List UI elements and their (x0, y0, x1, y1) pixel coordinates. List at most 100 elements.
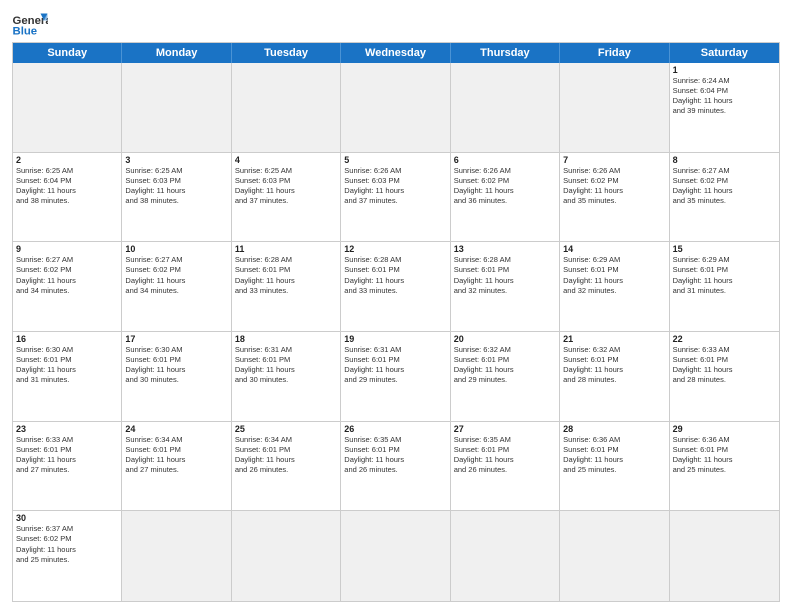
calendar-day-5: 5Sunrise: 6:26 AM Sunset: 6:03 PM Daylig… (341, 153, 450, 242)
calendar-body: 1Sunrise: 6:24 AM Sunset: 6:04 PM Daylig… (13, 63, 779, 601)
day-number: 9 (16, 244, 118, 254)
day-info: Sunrise: 6:28 AM Sunset: 6:01 PM Dayligh… (344, 255, 446, 296)
day-info: Sunrise: 6:35 AM Sunset: 6:01 PM Dayligh… (344, 435, 446, 476)
generalblue-logo-icon: General Blue (12, 10, 48, 38)
day-info: Sunrise: 6:31 AM Sunset: 6:01 PM Dayligh… (344, 345, 446, 386)
day-info: Sunrise: 6:34 AM Sunset: 6:01 PM Dayligh… (235, 435, 337, 476)
day-info: Sunrise: 6:30 AM Sunset: 6:01 PM Dayligh… (125, 345, 227, 386)
calendar-day-empty (232, 63, 341, 152)
calendar-day-16: 16Sunrise: 6:30 AM Sunset: 6:01 PM Dayli… (13, 332, 122, 421)
calendar-day-21: 21Sunrise: 6:32 AM Sunset: 6:01 PM Dayli… (560, 332, 669, 421)
calendar-day-26: 26Sunrise: 6:35 AM Sunset: 6:01 PM Dayli… (341, 422, 450, 511)
header-day-friday: Friday (560, 43, 669, 63)
calendar-day-9: 9Sunrise: 6:27 AM Sunset: 6:02 PM Daylig… (13, 242, 122, 331)
day-number: 2 (16, 155, 118, 165)
day-number: 24 (125, 424, 227, 434)
day-info: Sunrise: 6:27 AM Sunset: 6:02 PM Dayligh… (16, 255, 118, 296)
calendar-day-empty (122, 511, 231, 601)
calendar-day-15: 15Sunrise: 6:29 AM Sunset: 6:01 PM Dayli… (670, 242, 779, 331)
day-info: Sunrise: 6:24 AM Sunset: 6:04 PM Dayligh… (673, 76, 776, 117)
calendar-day-7: 7Sunrise: 6:26 AM Sunset: 6:02 PM Daylig… (560, 153, 669, 242)
day-info: Sunrise: 6:26 AM Sunset: 6:02 PM Dayligh… (563, 166, 665, 207)
calendar-day-1: 1Sunrise: 6:24 AM Sunset: 6:04 PM Daylig… (670, 63, 779, 152)
day-info: Sunrise: 6:28 AM Sunset: 6:01 PM Dayligh… (454, 255, 556, 296)
calendar-day-17: 17Sunrise: 6:30 AM Sunset: 6:01 PM Dayli… (122, 332, 231, 421)
header-day-wednesday: Wednesday (341, 43, 450, 63)
day-number: 4 (235, 155, 337, 165)
day-info: Sunrise: 6:36 AM Sunset: 6:01 PM Dayligh… (563, 435, 665, 476)
day-info: Sunrise: 6:29 AM Sunset: 6:01 PM Dayligh… (563, 255, 665, 296)
calendar-day-12: 12Sunrise: 6:28 AM Sunset: 6:01 PM Dayli… (341, 242, 450, 331)
calendar-week-5: 23Sunrise: 6:33 AM Sunset: 6:01 PM Dayli… (13, 422, 779, 512)
header-day-saturday: Saturday (670, 43, 779, 63)
day-info: Sunrise: 6:25 AM Sunset: 6:04 PM Dayligh… (16, 166, 118, 207)
calendar-day-empty (560, 511, 669, 601)
day-info: Sunrise: 6:29 AM Sunset: 6:01 PM Dayligh… (673, 255, 776, 296)
day-number: 3 (125, 155, 227, 165)
day-info: Sunrise: 6:25 AM Sunset: 6:03 PM Dayligh… (235, 166, 337, 207)
calendar-day-empty (122, 63, 231, 152)
calendar-week-2: 2Sunrise: 6:25 AM Sunset: 6:04 PM Daylig… (13, 153, 779, 243)
calendar-day-empty (451, 63, 560, 152)
day-number: 29 (673, 424, 776, 434)
day-number: 10 (125, 244, 227, 254)
logo: General Blue (12, 10, 48, 38)
calendar-day-10: 10Sunrise: 6:27 AM Sunset: 6:02 PM Dayli… (122, 242, 231, 331)
svg-text:Blue: Blue (13, 26, 38, 38)
calendar-day-22: 22Sunrise: 6:33 AM Sunset: 6:01 PM Dayli… (670, 332, 779, 421)
day-number: 30 (16, 513, 118, 523)
day-info: Sunrise: 6:31 AM Sunset: 6:01 PM Dayligh… (235, 345, 337, 386)
calendar-day-6: 6Sunrise: 6:26 AM Sunset: 6:02 PM Daylig… (451, 153, 560, 242)
calendar-day-4: 4Sunrise: 6:25 AM Sunset: 6:03 PM Daylig… (232, 153, 341, 242)
day-info: Sunrise: 6:37 AM Sunset: 6:02 PM Dayligh… (16, 524, 118, 565)
day-info: Sunrise: 6:36 AM Sunset: 6:01 PM Dayligh… (673, 435, 776, 476)
day-number: 21 (563, 334, 665, 344)
calendar: SundayMondayTuesdayWednesdayThursdayFrid… (12, 42, 780, 602)
header-day-monday: Monday (122, 43, 231, 63)
day-number: 26 (344, 424, 446, 434)
day-number: 11 (235, 244, 337, 254)
day-info: Sunrise: 6:26 AM Sunset: 6:02 PM Dayligh… (454, 166, 556, 207)
calendar-header: SundayMondayTuesdayWednesdayThursdayFrid… (13, 43, 779, 63)
day-number: 25 (235, 424, 337, 434)
day-number: 20 (454, 334, 556, 344)
day-number: 12 (344, 244, 446, 254)
calendar-day-30: 30Sunrise: 6:37 AM Sunset: 6:02 PM Dayli… (13, 511, 122, 601)
calendar-day-empty (560, 63, 669, 152)
calendar-day-3: 3Sunrise: 6:25 AM Sunset: 6:03 PM Daylig… (122, 153, 231, 242)
calendar-day-18: 18Sunrise: 6:31 AM Sunset: 6:01 PM Dayli… (232, 332, 341, 421)
header-day-tuesday: Tuesday (232, 43, 341, 63)
header: General Blue (12, 10, 780, 38)
calendar-day-25: 25Sunrise: 6:34 AM Sunset: 6:01 PM Dayli… (232, 422, 341, 511)
day-info: Sunrise: 6:25 AM Sunset: 6:03 PM Dayligh… (125, 166, 227, 207)
day-info: Sunrise: 6:27 AM Sunset: 6:02 PM Dayligh… (673, 166, 776, 207)
day-info: Sunrise: 6:28 AM Sunset: 6:01 PM Dayligh… (235, 255, 337, 296)
day-info: Sunrise: 6:33 AM Sunset: 6:01 PM Dayligh… (673, 345, 776, 386)
day-number: 1 (673, 65, 776, 75)
calendar-week-4: 16Sunrise: 6:30 AM Sunset: 6:01 PM Dayli… (13, 332, 779, 422)
day-number: 28 (563, 424, 665, 434)
calendar-day-11: 11Sunrise: 6:28 AM Sunset: 6:01 PM Dayli… (232, 242, 341, 331)
calendar-day-2: 2Sunrise: 6:25 AM Sunset: 6:04 PM Daylig… (13, 153, 122, 242)
day-number: 19 (344, 334, 446, 344)
page: General Blue SundayMondayTuesdayWednesda… (0, 0, 792, 612)
day-number: 16 (16, 334, 118, 344)
calendar-day-13: 13Sunrise: 6:28 AM Sunset: 6:01 PM Dayli… (451, 242, 560, 331)
day-number: 18 (235, 334, 337, 344)
day-number: 17 (125, 334, 227, 344)
day-number: 13 (454, 244, 556, 254)
calendar-day-23: 23Sunrise: 6:33 AM Sunset: 6:01 PM Dayli… (13, 422, 122, 511)
calendar-day-19: 19Sunrise: 6:31 AM Sunset: 6:01 PM Dayli… (341, 332, 450, 421)
day-number: 6 (454, 155, 556, 165)
calendar-week-3: 9Sunrise: 6:27 AM Sunset: 6:02 PM Daylig… (13, 242, 779, 332)
day-number: 8 (673, 155, 776, 165)
calendar-day-empty (451, 511, 560, 601)
calendar-day-14: 14Sunrise: 6:29 AM Sunset: 6:01 PM Dayli… (560, 242, 669, 331)
calendar-week-1: 1Sunrise: 6:24 AM Sunset: 6:04 PM Daylig… (13, 63, 779, 153)
day-info: Sunrise: 6:30 AM Sunset: 6:01 PM Dayligh… (16, 345, 118, 386)
calendar-day-8: 8Sunrise: 6:27 AM Sunset: 6:02 PM Daylig… (670, 153, 779, 242)
day-number: 5 (344, 155, 446, 165)
calendar-day-empty (670, 511, 779, 601)
header-day-sunday: Sunday (13, 43, 122, 63)
calendar-day-empty (341, 63, 450, 152)
